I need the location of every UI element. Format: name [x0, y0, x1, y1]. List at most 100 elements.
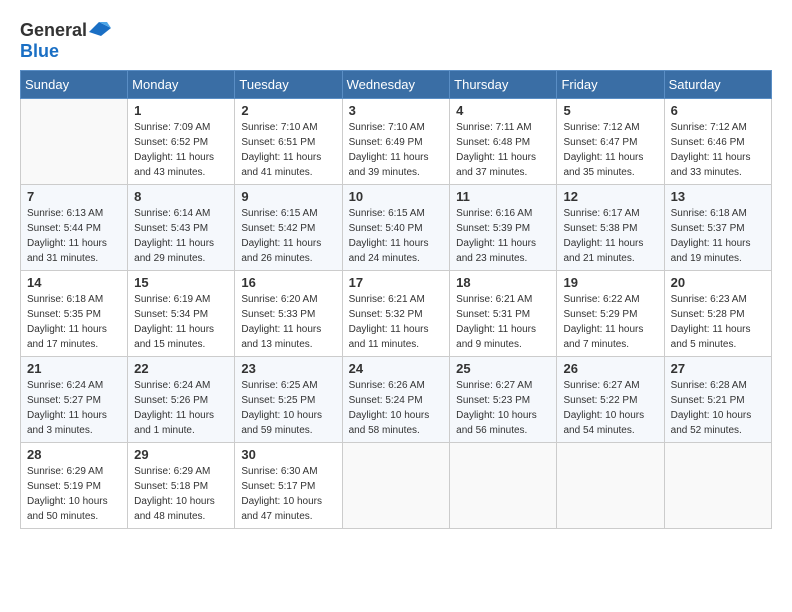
calendar-day-header: Friday [557, 71, 664, 99]
calendar-day-header: Saturday [664, 71, 771, 99]
calendar-cell: 11 Sunrise: 6:16 AMSunset: 5:39 PMDayligh… [450, 185, 557, 271]
logo-bird-icon [89, 22, 111, 40]
day-number: 12 [563, 189, 657, 204]
day-info: Sunrise: 6:29 AMSunset: 5:18 PMDaylight:… [134, 464, 228, 524]
logo-general: General [20, 20, 87, 41]
day-info: Sunrise: 6:20 AMSunset: 5:33 PMDaylight:… [241, 292, 335, 352]
day-info: Sunrise: 6:23 AMSunset: 5:28 PMDaylight:… [671, 292, 765, 352]
day-number: 11 [456, 189, 550, 204]
calendar-cell: 7 Sunrise: 6:13 AMSunset: 5:44 PMDaylight… [21, 185, 128, 271]
day-number: 1 [134, 103, 228, 118]
day-info: Sunrise: 6:14 AMSunset: 5:43 PMDaylight:… [134, 206, 228, 266]
calendar-week-row: 21 Sunrise: 6:24 AMSunset: 5:27 PMDayligh… [21, 357, 772, 443]
calendar-cell: 13 Sunrise: 6:18 AMSunset: 5:37 PMDayligh… [664, 185, 771, 271]
calendar-cell: 24 Sunrise: 6:26 AMSunset: 5:24 PMDayligh… [342, 357, 450, 443]
day-info: Sunrise: 6:19 AMSunset: 5:34 PMDaylight:… [134, 292, 228, 352]
day-info: Sunrise: 6:24 AMSunset: 5:27 PMDaylight:… [27, 378, 121, 438]
day-info: Sunrise: 7:10 AMSunset: 6:49 PMDaylight:… [349, 120, 444, 180]
day-number: 4 [456, 103, 550, 118]
calendar-cell: 9 Sunrise: 6:15 AMSunset: 5:42 PMDaylight… [235, 185, 342, 271]
calendar-cell: 23 Sunrise: 6:25 AMSunset: 5:25 PMDayligh… [235, 357, 342, 443]
day-number: 5 [563, 103, 657, 118]
calendar-week-row: 14Sunrise: 6:18 AMSunset: 5:35 PMDayligh… [21, 271, 772, 357]
day-number: 27 [671, 361, 765, 376]
day-number: 28 [27, 447, 121, 462]
day-number: 7 [27, 189, 121, 204]
day-info: Sunrise: 6:13 AMSunset: 5:44 PMDaylight:… [27, 206, 121, 266]
day-info: Sunrise: 7:09 AMSunset: 6:52 PMDaylight:… [134, 120, 228, 180]
day-number: 2 [241, 103, 335, 118]
day-info: Sunrise: 6:27 AMSunset: 5:22 PMDaylight:… [563, 378, 657, 438]
day-number: 17 [349, 275, 444, 290]
calendar-cell [21, 99, 128, 185]
calendar-cell: 28 Sunrise: 6:29 AMSunset: 5:19 PMDayligh… [21, 443, 128, 529]
day-number: 21 [27, 361, 121, 376]
day-info: Sunrise: 6:29 AMSunset: 5:19 PMDaylight:… [27, 464, 121, 524]
day-number: 10 [349, 189, 444, 204]
day-info: Sunrise: 6:18 AMSunset: 5:37 PMDaylight:… [671, 206, 765, 266]
day-number: 15 [134, 275, 228, 290]
day-info: Sunrise: 7:12 AMSunset: 6:46 PMDaylight:… [671, 120, 765, 180]
day-info: Sunrise: 6:28 AMSunset: 5:21 PMDaylight:… [671, 378, 765, 438]
calendar-cell [664, 443, 771, 529]
day-number: 3 [349, 103, 444, 118]
calendar-cell: 19 Sunrise: 6:22 AMSunset: 5:29 PMDayligh… [557, 271, 664, 357]
day-number: 20 [671, 275, 765, 290]
day-info: Sunrise: 6:15 AMSunset: 5:40 PMDaylight:… [349, 206, 444, 266]
day-number: 14 [27, 275, 121, 290]
day-number: 6 [671, 103, 765, 118]
calendar-cell: 16Sunrise: 6:20 AMSunset: 5:33 PMDayligh… [235, 271, 342, 357]
calendar-cell: 25 Sunrise: 6:27 AMSunset: 5:23 PMDayligh… [450, 357, 557, 443]
day-number: 25 [456, 361, 550, 376]
calendar-cell: 18 Sunrise: 6:21 AMSunset: 5:31 PMDayligh… [450, 271, 557, 357]
calendar-cell: 3 Sunrise: 7:10 AMSunset: 6:49 PMDaylight… [342, 99, 450, 185]
calendar-cell [450, 443, 557, 529]
day-info: Sunrise: 6:15 AMSunset: 5:42 PMDaylight:… [241, 206, 335, 266]
calendar-day-header: Wednesday [342, 71, 450, 99]
day-number: 18 [456, 275, 550, 290]
day-info: Sunrise: 6:26 AMSunset: 5:24 PMDaylight:… [349, 378, 444, 438]
day-number: 30 [241, 447, 335, 462]
day-number: 29 [134, 447, 228, 462]
calendar-week-row: 1 Sunrise: 7:09 AMSunset: 6:52 PMDaylight… [21, 99, 772, 185]
day-info: Sunrise: 6:27 AMSunset: 5:23 PMDaylight:… [456, 378, 550, 438]
day-info: Sunrise: 6:25 AMSunset: 5:25 PMDaylight:… [241, 378, 335, 438]
logo: General Blue [20, 20, 111, 62]
calendar-cell: 6 Sunrise: 7:12 AMSunset: 6:46 PMDaylight… [664, 99, 771, 185]
day-info: Sunrise: 6:22 AMSunset: 5:29 PMDaylight:… [563, 292, 657, 352]
calendar-week-row: 28 Sunrise: 6:29 AMSunset: 5:19 PMDayligh… [21, 443, 772, 529]
calendar-cell: 27 Sunrise: 6:28 AMSunset: 5:21 PMDayligh… [664, 357, 771, 443]
day-number: 26 [563, 361, 657, 376]
calendar-cell: 10 Sunrise: 6:15 AMSunset: 5:40 PMDayligh… [342, 185, 450, 271]
calendar-cell: 29 Sunrise: 6:29 AMSunset: 5:18 PMDayligh… [128, 443, 235, 529]
day-info: Sunrise: 6:30 AMSunset: 5:17 PMDaylight:… [241, 464, 335, 524]
calendar-cell [342, 443, 450, 529]
day-number: 19 [563, 275, 657, 290]
page-header: General Blue [20, 20, 772, 62]
day-number: 8 [134, 189, 228, 204]
calendar-day-header: Sunday [21, 71, 128, 99]
calendar-cell: 21 Sunrise: 6:24 AMSunset: 5:27 PMDayligh… [21, 357, 128, 443]
calendar-cell: 26 Sunrise: 6:27 AMSunset: 5:22 PMDayligh… [557, 357, 664, 443]
calendar-cell: 2Sunrise: 7:10 AMSunset: 6:51 PMDaylight… [235, 99, 342, 185]
day-info: Sunrise: 6:21 AMSunset: 5:31 PMDaylight:… [456, 292, 550, 352]
day-number: 9 [241, 189, 335, 204]
calendar-week-row: 7 Sunrise: 6:13 AMSunset: 5:44 PMDaylight… [21, 185, 772, 271]
day-info: Sunrise: 6:21 AMSunset: 5:32 PMDaylight:… [349, 292, 444, 352]
day-number: 23 [241, 361, 335, 376]
day-info: Sunrise: 6:24 AMSunset: 5:26 PMDaylight:… [134, 378, 228, 438]
calendar-cell: 20 Sunrise: 6:23 AMSunset: 5:28 PMDayligh… [664, 271, 771, 357]
day-number: 13 [671, 189, 765, 204]
calendar-day-header: Tuesday [235, 71, 342, 99]
calendar-cell: 15 Sunrise: 6:19 AMSunset: 5:34 PMDayligh… [128, 271, 235, 357]
calendar-cell: 1 Sunrise: 7:09 AMSunset: 6:52 PMDaylight… [128, 99, 235, 185]
day-info: Sunrise: 7:11 AMSunset: 6:48 PMDaylight:… [456, 120, 550, 180]
calendar-cell [557, 443, 664, 529]
calendar-cell: 22Sunrise: 6:24 AMSunset: 5:26 PMDayligh… [128, 357, 235, 443]
day-info: Sunrise: 6:16 AMSunset: 5:39 PMDaylight:… [456, 206, 550, 266]
calendar-cell: 30 Sunrise: 6:30 AMSunset: 5:17 PMDayligh… [235, 443, 342, 529]
calendar-cell: 4 Sunrise: 7:11 AMSunset: 6:48 PMDaylight… [450, 99, 557, 185]
calendar-day-header: Thursday [450, 71, 557, 99]
day-number: 24 [349, 361, 444, 376]
day-info: Sunrise: 7:12 AMSunset: 6:47 PMDaylight:… [563, 120, 657, 180]
